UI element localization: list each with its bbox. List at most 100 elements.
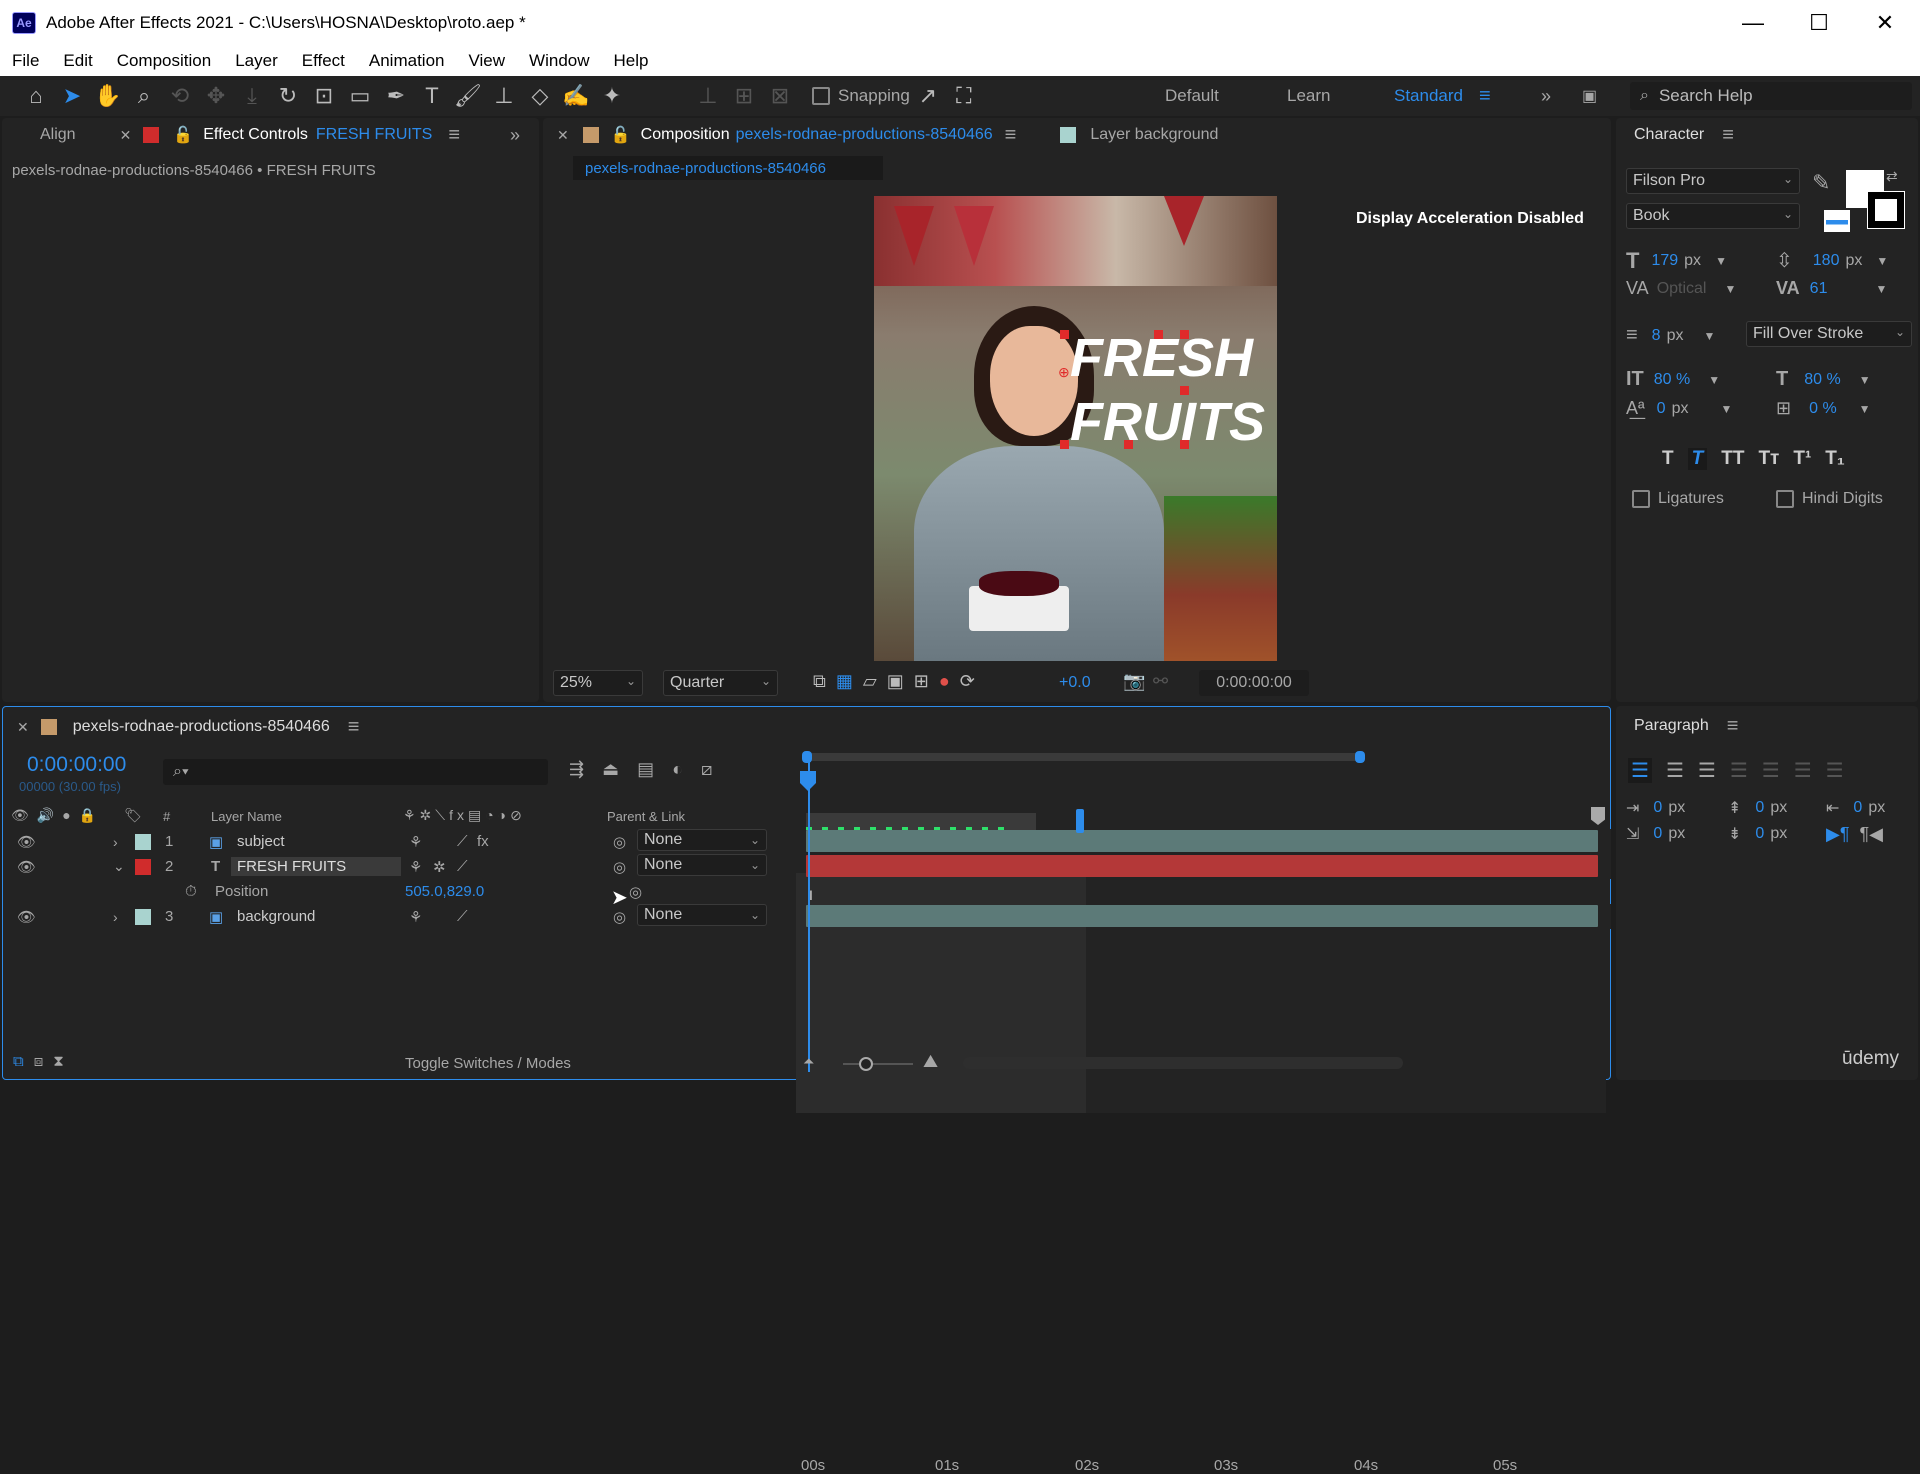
quality-switch-icon[interactable]: ⟋ xyxy=(457,833,468,850)
transfer-controls-icon[interactable]: ⧈ xyxy=(34,1053,44,1070)
menu-edit[interactable]: Edit xyxy=(51,51,104,71)
graph-editor-icon[interactable]: ⧄ xyxy=(701,759,712,780)
close-tab-icon[interactable]: ✕ xyxy=(120,127,132,144)
parent-dropdown[interactable]: None ⌄ xyxy=(637,904,767,926)
visibility-eye-icon[interactable]: 👁 xyxy=(17,908,36,926)
region-of-interest-icon[interactable]: ▣ xyxy=(887,671,904,692)
zoom-slider-handle[interactable] xyxy=(859,1057,873,1071)
font-family-dropdown[interactable]: Filson Pro ⌄ xyxy=(1626,168,1800,194)
justify-right-icon[interactable]: ☰ xyxy=(1794,758,1812,783)
stopwatch-icon[interactable]: ⏱ xyxy=(185,883,197,900)
bbox-handle[interactable] xyxy=(1180,440,1189,449)
axis-world-icon[interactable]: ⊞ xyxy=(726,78,762,114)
orbit-tool-icon[interactable]: ⟲ xyxy=(162,78,198,114)
collapse-chevron-icon[interactable]: ⌄ xyxy=(113,858,125,875)
transparency-grid-icon[interactable]: ▦ xyxy=(836,671,853,692)
grid-guides-icon[interactable]: ⊞ xyxy=(914,671,929,692)
stroke-width-value[interactable]: 8 xyxy=(1652,327,1661,345)
snapshot-icon[interactable]: 📷 xyxy=(1123,671,1145,692)
workspace-learn[interactable]: Learn xyxy=(1287,76,1330,116)
zoom-tool-icon[interactable]: ⌕ xyxy=(126,78,162,114)
more-workspaces-icon[interactable]: » xyxy=(1541,76,1551,116)
text-bounding-box[interactable]: ⊕ xyxy=(1058,330,1189,449)
stroke-mode-dropdown[interactable]: Fill Over Stroke ⌄ xyxy=(1746,321,1912,347)
menu-file[interactable]: File xyxy=(0,51,51,71)
comp-panel-menu-icon[interactable]: ≡ xyxy=(1005,124,1017,147)
eraser-tool-icon[interactable]: ◇ xyxy=(522,78,558,114)
font-style-dropdown[interactable]: Book ⌄ xyxy=(1626,203,1800,229)
exposure-value[interactable]: +0.0 xyxy=(1059,674,1091,692)
shy-layers-icon[interactable]: ▤ xyxy=(637,759,654,780)
tab-layer-background[interactable]: Layer background xyxy=(1090,126,1218,144)
minimize-button[interactable]: — xyxy=(1720,0,1786,46)
align-right-icon[interactable]: ☰ xyxy=(1698,758,1716,783)
superscript-icon[interactable]: T¹ xyxy=(1793,448,1811,470)
pickwhip-icon[interactable]: ◎ xyxy=(613,908,626,926)
faux-italic-icon[interactable]: T xyxy=(1687,448,1708,470)
bbox-handle[interactable] xyxy=(1154,330,1163,339)
chevron-down-icon[interactable]: ▼ xyxy=(1875,282,1887,296)
puppet-tool-icon[interactable]: ✦ xyxy=(594,78,630,114)
menu-effect[interactable]: Effect xyxy=(290,51,357,71)
chevron-down-icon[interactable]: ▼ xyxy=(1724,282,1736,296)
fit-icon[interactable]: ⧉ xyxy=(813,671,826,692)
layer-bar-background[interactable] xyxy=(806,905,1598,927)
tracking-value[interactable]: 61 xyxy=(1810,280,1828,298)
justify-left-icon[interactable]: ☰ xyxy=(1730,758,1748,783)
workspace-default[interactable]: Default xyxy=(1165,76,1219,116)
show-snapshot-icon[interactable]: ⚯ xyxy=(1153,671,1168,692)
menu-view[interactable]: View xyxy=(457,51,518,71)
parent-dropdown[interactable]: None ⌄ xyxy=(637,854,767,876)
stroke-color-swatch[interactable] xyxy=(1867,191,1905,229)
layer-bar-fresh-fruits[interactable] xyxy=(806,855,1598,877)
timeline-zoom-slider[interactable] xyxy=(843,1057,913,1071)
parent-dropdown[interactable]: None ⌄ xyxy=(637,829,767,851)
ltr-direction-icon[interactable]: ▶¶ xyxy=(1826,824,1850,845)
anchor-point-icon[interactable]: ⊕ xyxy=(1058,364,1070,381)
hindi-digits-option[interactable]: Hindi Digits xyxy=(1776,490,1883,508)
no-fill-icon[interactable] xyxy=(1824,210,1850,232)
brush-tool-icon[interactable]: 🖌 xyxy=(450,78,486,114)
pan-tool-icon[interactable]: ✥ xyxy=(198,78,234,114)
resolution-dropdown[interactable]: Quarter ⌄ xyxy=(663,670,778,696)
layer-switches-icon[interactable]: ⧉ xyxy=(13,1053,24,1070)
home-icon[interactable]: ⌂ xyxy=(18,78,54,114)
pickwhip-icon[interactable]: ◎ xyxy=(613,833,626,851)
timeline-comp-name[interactable]: pexels-rodnae-productions-8540466 xyxy=(73,718,330,736)
mask-visibility-icon[interactable]: ⏥ xyxy=(863,671,877,692)
comp-marker-bin-icon[interactable] xyxy=(1591,807,1605,825)
vertical-scale-value[interactable]: 80 % xyxy=(1654,371,1690,389)
comp-viewer[interactable]: FRESH FRUITS ⊕ xyxy=(874,196,1277,661)
toggle-switches-modes[interactable]: Toggle Switches / Modes xyxy=(405,1055,571,1072)
sync-settings-icon[interactable]: ▣ xyxy=(1582,76,1597,116)
playhead-handle[interactable] xyxy=(800,771,816,791)
character-menu-icon[interactable]: ≡ xyxy=(1722,124,1734,147)
composition-name[interactable]: pexels-rodnae-productions-8540466 xyxy=(736,126,993,144)
chevron-down-icon[interactable]: ▼ xyxy=(1859,373,1871,387)
search-input[interactable]: Search Help xyxy=(1659,86,1753,106)
track-area[interactable]: I xyxy=(796,747,1606,1113)
bbox-handle[interactable] xyxy=(1060,330,1069,339)
layer-name[interactable]: subject xyxy=(237,833,285,850)
viewer-timecode[interactable]: 0:00:00:00 xyxy=(1199,670,1309,696)
quality-switch-icon[interactable]: ⟋ xyxy=(457,908,468,925)
tab-effect-controls[interactable]: Effect Controls xyxy=(203,126,308,144)
justify-center-icon[interactable]: ☰ xyxy=(1762,758,1780,783)
align-center-icon[interactable]: ☰ xyxy=(1666,758,1684,783)
menu-composition[interactable]: Composition xyxy=(105,51,224,71)
space-before-value[interactable]: 0 xyxy=(1755,799,1764,817)
timeline-menu-icon[interactable]: ≡ xyxy=(348,716,360,739)
align-left-icon[interactable]: ☰ xyxy=(1628,758,1652,783)
hand-tool-icon[interactable]: ✋ xyxy=(90,78,126,114)
playhead-line[interactable] xyxy=(808,757,810,1072)
timeline-search-field[interactable]: ⌕▾ xyxy=(163,759,548,785)
render-time-icon[interactable]: ⧗ xyxy=(53,1053,64,1070)
bbox-handle[interactable] xyxy=(1124,440,1133,449)
composition-flowchart-icon[interactable]: ⇶ xyxy=(569,759,584,780)
eyedropper-icon[interactable]: ✎ xyxy=(1812,170,1830,196)
current-time-display[interactable]: 0:00:00:00 xyxy=(27,753,126,777)
panel-menu-icon[interactable]: ≡ xyxy=(448,124,460,147)
layer-bar-subject[interactable] xyxy=(806,830,1598,852)
workspace-menu-icon[interactable]: ≡ xyxy=(1479,76,1491,116)
hindi-digits-checkbox[interactable] xyxy=(1776,490,1794,508)
